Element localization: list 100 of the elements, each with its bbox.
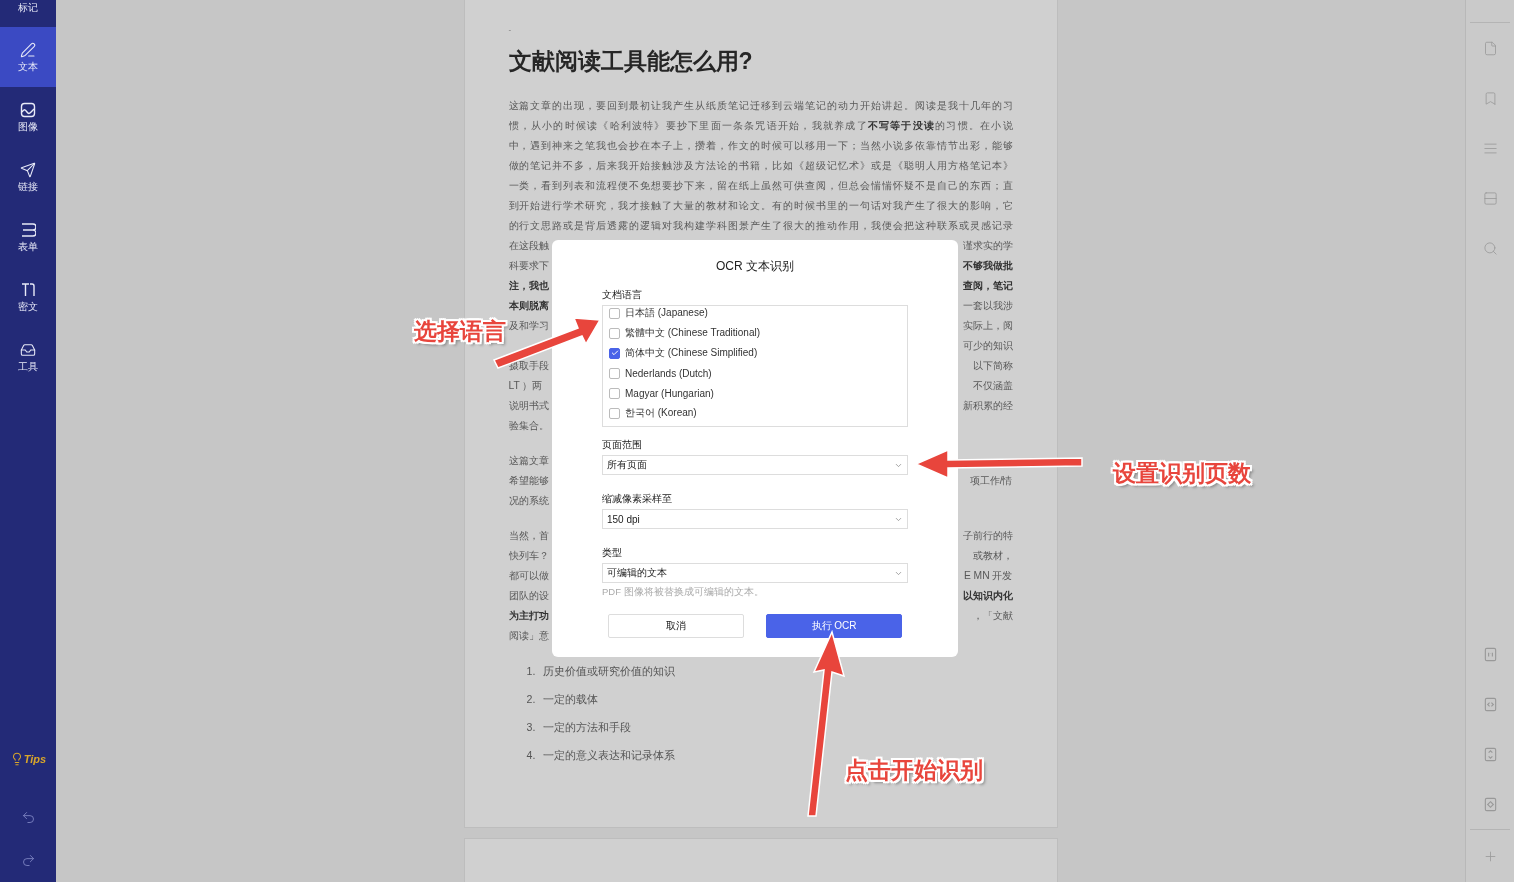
body-text-fragment: 阅读」意 (508, 629, 549, 643)
annotation-label: 设置识别页数 (1113, 459, 1251, 488)
tips-button[interactable]: Tips (0, 746, 56, 772)
dialog-title: OCR 文本识别 (715, 258, 795, 275)
body-text-fragment: 在这段触 (508, 239, 549, 253)
language-option[interactable]: 日本語 (Japanese) (625, 306, 708, 320)
field-label: 文档语言 (602, 289, 643, 301)
undo-icon[interactable] (20, 810, 36, 825)
body-text-fragment: 子前行的特 (962, 529, 1013, 543)
body-text-fragment: 本则脱离 (508, 299, 549, 313)
language-option[interactable]: Magyar (Hungarian) (625, 387, 714, 399)
body-text-fragment: 都可以做 (508, 569, 549, 583)
form-icon (20, 221, 36, 238)
body-text-fragment: 验集合。 (508, 419, 549, 433)
sidebar-tab[interactable]: 密文 (0, 267, 56, 327)
pen-icon (20, 41, 36, 58)
body-text-fragment: 谨求实的学 (962, 239, 1013, 253)
list-number: 2. (526, 692, 536, 707)
list-item-text: 历史价值或研究价值的知识 (543, 664, 676, 679)
body-text-fragment: 快列车？ (508, 549, 549, 563)
sidebar-tab[interactable]: 标记 (0, 0, 56, 27)
redact-icon (20, 281, 36, 298)
body-text-fragment: LT ）两 (508, 379, 543, 393)
body-text-fragment: ，「文献 (972, 609, 1013, 623)
rows-icon[interactable] (1482, 190, 1498, 206)
body-text-fragment: 及和学习 (508, 319, 549, 333)
body-text-fragment: 团队的设 (508, 589, 549, 603)
body-text-fragment: 项工作/情 (969, 474, 1013, 488)
checkbox[interactable] (609, 367, 620, 379)
body-text-fragment: 以下简称 (972, 359, 1013, 373)
list-number: 4. (526, 748, 536, 763)
sidebar-tab[interactable]: 链接 (0, 147, 56, 207)
body-text-fragment: 况的系统 (508, 494, 549, 508)
checkbox[interactable] (609, 387, 620, 399)
body-text-line: 这篇文章的出现，要回到最初让我产生从纸质笔记迁移到云端笔记的动力开始讲起。阅读是我十几年的习 (508, 99, 1013, 113)
image-icon (20, 101, 36, 118)
checkbox[interactable] (609, 347, 620, 359)
body-text-line: 到开始进行学术研究，我才接触了大量的教材和论文。有的时候书里的一句话对我产生了很大的影响，它 (508, 199, 1013, 213)
body-text-line: 惯，从小的时候读《哈利波特》要抄下里面一条条咒语开始，我就养成了不写等于没读的习惯。在小说 (508, 119, 1013, 133)
sidebar-tab[interactable]: 文本 (0, 27, 56, 87)
page-marker: - (508, 24, 513, 36)
checkbox[interactable] (609, 407, 620, 419)
tray-icon (20, 341, 36, 358)
body-text-fragment: 不仅涵盖 (972, 379, 1013, 393)
document-title: 文献阅读工具能怎么用? (508, 47, 754, 76)
cancel-button[interactable]: 取消 (608, 614, 744, 638)
language-option[interactable]: 简体中文 (Chinese Simplified) (625, 346, 758, 360)
dropdown[interactable]: 所有页面 (602, 455, 908, 475)
annotation-label: 点击开始识别 (845, 756, 983, 785)
checkbox[interactable] (609, 327, 620, 339)
language-option[interactable]: 繁體中文 (Chinese Traditional) (625, 326, 761, 340)
annotation-label: 选择语言 (414, 317, 506, 346)
body-text-fragment: 希望能够 (508, 474, 549, 488)
body-text-line: 的行文思路或是背后透露的逻辑对我构建学科图景产生了很大的推动作用，我便会把这种联系或灵感记录 (508, 219, 1013, 233)
body-text-fragment: 当然，首 (508, 529, 549, 543)
list-item-text: 一定的方法和手段 (543, 720, 632, 735)
fit-width-icon[interactable] (1482, 696, 1498, 712)
body-text-fragment: 查阅，笔记 (962, 279, 1013, 293)
search-icon[interactable] (1482, 240, 1498, 256)
body-text-fragment: 科要求下 (508, 259, 549, 273)
add-icon[interactable] (1482, 848, 1498, 864)
fit-page-icon[interactable] (1482, 746, 1498, 762)
checkbox[interactable] (609, 307, 620, 319)
rotate-icon[interactable] (1482, 796, 1498, 812)
list-item-text: 一定的意义表达和记录体系 (543, 748, 676, 763)
body-text-fragment: 可少的知识 (962, 339, 1013, 353)
list-item-text: 一定的载体 (543, 692, 599, 707)
body-text-fragment: 一套以我涉 (962, 299, 1013, 313)
body-text-fragment: 注，我也 (508, 279, 549, 293)
redo-icon[interactable] (20, 853, 36, 868)
actual-size-icon[interactable] (1482, 646, 1498, 662)
language-option[interactable]: Nederlands (Dutch) (625, 367, 712, 379)
body-text-line: 中，遇到神来之笔我也会抄在本子上，攒着，作文的时候可以移用一下；当然小说多依靠情节出彩，能够 (508, 139, 1013, 153)
body-text-fragment: 实际上，阅 (962, 319, 1013, 333)
body-text-fragment: 新积累的经 (962, 399, 1013, 413)
body-text-line: 做的笔记并不多，后来我开始接触涉及方法论的书籍，比如《超级记忆术》或是《聪明人用方格笔记本》 (508, 159, 1013, 173)
sidebar-tab[interactable]: 表单 (0, 207, 56, 267)
page-icon[interactable] (1482, 40, 1498, 56)
send-icon (20, 161, 36, 178)
sidebar-tab[interactable]: 工具 (0, 327, 56, 387)
body-text-fragment: 或教材， (972, 549, 1013, 563)
field-label: 缩减像素采样至 (602, 493, 673, 505)
outline-icon[interactable] (1482, 140, 1498, 156)
body-text-line: 一类，看到列表和流程便不免想要抄下来，留在纸上虽然可供查阅，但总会惴惴怀疑不是自己的东西；直 (508, 179, 1013, 193)
body-text-fragment: 这篇文章 (508, 454, 549, 468)
dropdown[interactable]: 可编辑的文本 (602, 563, 908, 583)
field-label: 页面范围 (602, 439, 643, 451)
dropdown[interactable]: 150 dpi (602, 509, 908, 529)
bookmark-icon[interactable] (1482, 90, 1498, 106)
hint-text: PDF 图像将被替换成可编辑的文本。 (602, 586, 765, 599)
body-text-fragment: 不够我做批 (962, 259, 1013, 273)
body-text-fragment: 为主打功 (508, 609, 549, 623)
sidebar-tab[interactable]: 图像 (0, 87, 56, 147)
body-text-fragment: 以知识内化 (962, 589, 1013, 603)
list-number: 3. (526, 720, 536, 735)
field-label: 类型 (602, 547, 623, 559)
body-text-fragment: 说明书式 (508, 399, 549, 413)
body-text-fragment: E MN 开发 (963, 569, 1013, 583)
run-ocr-button[interactable]: 执行 OCR (766, 614, 902, 638)
language-option[interactable]: 한국어 (Korean) (625, 406, 697, 420)
